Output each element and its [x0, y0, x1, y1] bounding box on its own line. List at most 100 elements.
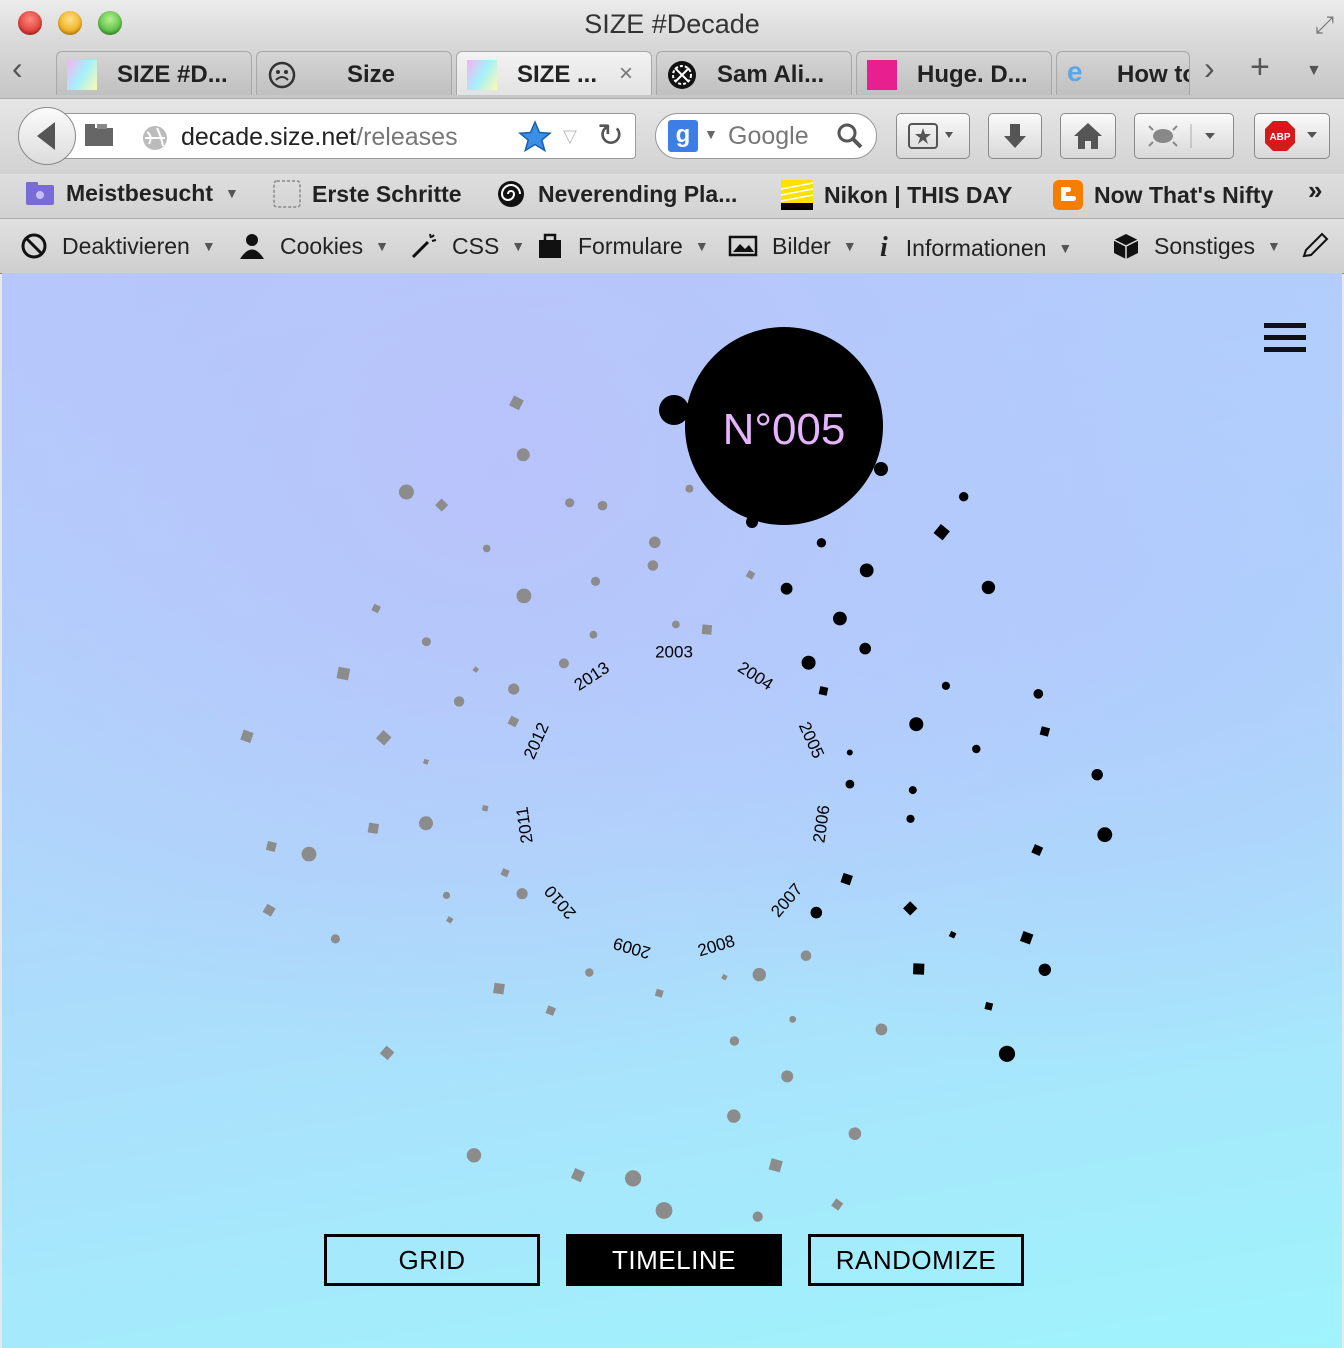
release-marker[interactable] — [585, 968, 594, 977]
webdev-css[interactable]: CSS ▼ — [410, 232, 525, 260]
release-marker[interactable] — [801, 655, 816, 670]
webdev-cookies[interactable]: Cookies ▼ — [238, 232, 389, 260]
release-marker[interactable] — [442, 891, 451, 900]
fullscreen-icon[interactable]: ⤢ — [1315, 12, 1334, 40]
release-marker[interactable] — [516, 448, 530, 462]
webdev-informationen[interactable]: i Informationen ▼ — [880, 232, 1072, 264]
release-marker[interactable] — [781, 1070, 794, 1083]
release-marker[interactable] — [848, 1127, 862, 1140]
release-marker[interactable] — [367, 822, 380, 834]
release-marker[interactable] — [816, 538, 827, 548]
webdev-formulare[interactable]: Formulare ▼ — [536, 232, 709, 260]
search-box[interactable]: g ▼ Google — [655, 113, 877, 159]
release-marker[interactable] — [545, 1005, 556, 1016]
release-marker[interactable] — [701, 624, 713, 635]
sidebar-icon[interactable] — [83, 120, 119, 152]
release-marker[interactable] — [398, 484, 414, 500]
release-marker[interactable] — [507, 715, 520, 728]
release-marker[interactable] — [981, 580, 996, 595]
release-marker[interactable] — [558, 658, 569, 669]
release-marker[interactable] — [913, 963, 925, 975]
release-marker[interactable] — [481, 805, 489, 812]
tab-scroll-left-icon[interactable]: ‹ — [12, 50, 23, 87]
reload-icon[interactable]: ↻ — [597, 116, 624, 154]
release-marker[interactable] — [789, 1015, 797, 1023]
release-marker[interactable] — [647, 560, 659, 571]
release-marker[interactable] — [589, 630, 598, 639]
release-marker[interactable] — [466, 1148, 482, 1163]
release-marker[interactable] — [984, 1001, 994, 1011]
release-marker[interactable] — [500, 868, 510, 878]
release-marker[interactable] — [729, 1036, 740, 1046]
release-marker[interactable] — [421, 637, 431, 647]
tab-size-decade-1[interactable]: SIZE #D... — [56, 51, 252, 95]
release-marker[interactable] — [516, 588, 532, 604]
close-tab-icon[interactable]: × — [619, 60, 633, 88]
release-marker[interactable] — [768, 1158, 783, 1173]
release-marker[interactable] — [493, 982, 505, 995]
webdev-sonstiges[interactable]: Sonstiges ▼ — [1112, 232, 1281, 260]
release-marker[interactable] — [330, 934, 340, 944]
selected-release-bubble[interactable]: N°005 — [659, 327, 888, 528]
release-marker[interactable] — [1031, 844, 1044, 857]
webdev-pencil[interactable] — [1300, 232, 1330, 266]
release-marker[interactable] — [453, 696, 465, 707]
timeline-view-button[interactable]: TIMELINE — [566, 1234, 782, 1286]
release-marker[interactable] — [998, 1045, 1016, 1062]
release-marker[interactable] — [780, 582, 793, 595]
more-bookmarks-icon[interactable]: » — [1308, 175, 1322, 206]
url-bar[interactable]: decade.size.net/releases ▽ ↻ — [60, 113, 636, 159]
bookmark-meistbesucht[interactable]: Meistbesucht ▼ — [24, 179, 239, 207]
release-marker[interactable] — [516, 888, 528, 900]
release-marker[interactable] — [301, 846, 317, 862]
release-marker[interactable] — [508, 683, 520, 695]
tab-size[interactable]: Size — [256, 51, 452, 95]
release-marker[interactable] — [375, 730, 392, 746]
adblock-button[interactable]: ABP — [1254, 113, 1330, 159]
bookmark-erste-schritte[interactable]: Erste Schritte — [272, 179, 462, 209]
release-marker[interactable] — [445, 916, 454, 924]
release-marker[interactable] — [262, 903, 276, 917]
release-marker[interactable] — [972, 744, 981, 754]
release-marker[interactable] — [908, 786, 917, 795]
release-marker[interactable] — [685, 484, 694, 493]
release-marker[interactable] — [727, 1109, 741, 1123]
release-marker[interactable] — [818, 686, 829, 696]
release-marker[interactable] — [371, 603, 381, 614]
release-marker[interactable] — [482, 544, 491, 553]
release-marker[interactable] — [435, 498, 449, 512]
history-dropdown-icon[interactable]: ▽ — [563, 126, 577, 147]
release-marker[interactable] — [933, 524, 950, 541]
release-marker[interactable] — [590, 576, 601, 586]
release-marker[interactable] — [265, 840, 277, 852]
release-marker[interactable] — [422, 758, 429, 765]
release-marker[interactable] — [1097, 827, 1113, 843]
release-marker[interactable] — [875, 1023, 888, 1036]
bookmark-nikon[interactable]: Nikon | THIS DAY — [780, 179, 1012, 211]
release-marker[interactable] — [859, 563, 874, 578]
randomize-button[interactable]: RANDOMIZE — [808, 1234, 1024, 1286]
google-search-engine-icon[interactable]: g — [668, 120, 698, 152]
release-marker[interactable] — [649, 536, 661, 549]
release-marker[interactable] — [752, 1211, 763, 1222]
release-marker[interactable] — [654, 988, 664, 998]
release-marker[interactable] — [800, 950, 812, 961]
release-marker[interactable] — [625, 1170, 642, 1187]
release-marker[interactable] — [672, 620, 680, 629]
release-marker[interactable] — [903, 901, 918, 916]
release-marker[interactable] — [1019, 931, 1034, 945]
release-marker[interactable] — [845, 779, 855, 789]
search-engine-dropdown-icon[interactable]: ▼ — [704, 126, 718, 142]
tab-sam-ali[interactable]: Sam Ali... — [656, 51, 852, 95]
release-marker[interactable] — [1033, 689, 1044, 699]
release-marker[interactable] — [948, 930, 957, 939]
release-marker[interactable] — [509, 395, 524, 411]
release-marker[interactable] — [1039, 726, 1051, 737]
bookmark-now-thats-nifty[interactable]: Now That's Nifty — [1052, 179, 1273, 211]
bookmarks-menu-button[interactable] — [896, 113, 970, 159]
url-text[interactable]: decade.size.net/releases — [181, 123, 458, 152]
release-marker[interactable] — [721, 973, 728, 981]
bookmark-neverending[interactable]: Neverending Pla... — [496, 179, 737, 209]
extension-button[interactable] — [1134, 113, 1234, 159]
tab-list-icon[interactable]: ▼ — [1306, 62, 1322, 80]
